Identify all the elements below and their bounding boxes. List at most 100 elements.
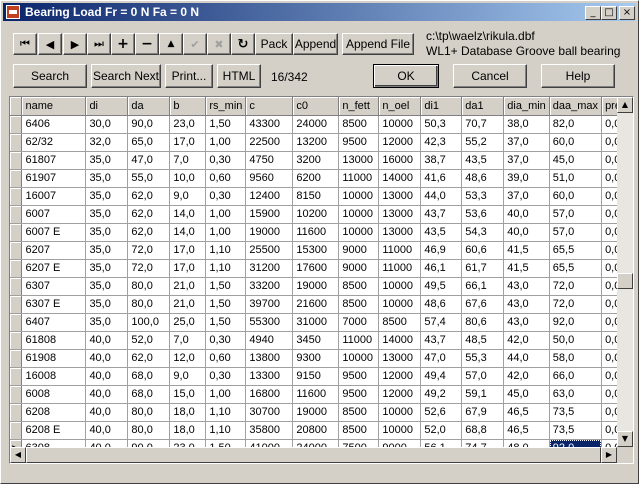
cell-n-fett[interactable]: 9500 — [338, 385, 380, 404]
vertical-scroll-thumb[interactable] — [617, 273, 633, 289]
cell-n-oel[interactable]: 13000 — [378, 205, 422, 224]
cell-b[interactable]: 14,0 — [169, 205, 207, 224]
cell-da[interactable]: 62,0 — [127, 205, 171, 224]
cell-da[interactable]: 47,0 — [127, 151, 171, 170]
cell-di[interactable]: 40,0 — [85, 385, 129, 404]
table-row[interactable]: 16007 35,0 62,0 9,0 0,30 12400 8150 10000 13000 4… — [10, 187, 633, 206]
cell-da1[interactable]: 61,7 — [461, 259, 505, 278]
cell-daa-max[interactable]: 45,0 — [549, 151, 603, 170]
last-record-button[interactable]: ⏭ — [87, 33, 111, 55]
cell-da1[interactable]: 66,1 — [461, 277, 505, 296]
cell-c[interactable]: 25500 — [245, 241, 294, 260]
table-row[interactable]: 62/32 32,0 65,0 17,0 1,00 22500 13200 9500 12000… — [10, 133, 633, 152]
cell-b[interactable]: 7,0 — [169, 151, 207, 170]
cell-c0[interactable]: 9300 — [292, 349, 340, 368]
cell-di1[interactable]: 52,0 — [420, 421, 463, 440]
cell-da[interactable]: 80,0 — [127, 421, 171, 440]
minimize-button[interactable]: _ — [585, 6, 601, 20]
cell-daa-max[interactable]: 58,0 — [549, 349, 603, 368]
column-header-name[interactable]: name — [21, 97, 87, 116]
row-indicator[interactable] — [10, 385, 23, 404]
table-row[interactable]: 6406 30,0 90,0 23,0 1,50 43300 24000 8500 10000 5… — [10, 115, 633, 134]
table-row[interactable]: 61907 35,0 55,0 10,0 0,60 9560 6200 11000 14000 4… — [10, 169, 633, 188]
cell-da[interactable]: 55,0 — [127, 169, 171, 188]
cell-b[interactable]: 21,0 — [169, 277, 207, 296]
cell-b[interactable]: 17,0 — [169, 259, 207, 278]
edit-record-button[interactable]: ▲ — [159, 33, 183, 55]
cell-da1[interactable]: 68,8 — [461, 421, 505, 440]
table-row[interactable]: 61908 40,0 62,0 12,0 0,60 13800 9300 10000 13000… — [10, 349, 633, 368]
cell-di1[interactable]: 50,3 — [420, 115, 463, 134]
cell-dia-min[interactable]: 41,5 — [503, 241, 550, 260]
cell-da1[interactable]: 54,3 — [461, 223, 505, 242]
cell-c[interactable]: 39700 — [245, 295, 294, 314]
cell-di1[interactable]: 42,3 — [420, 133, 463, 152]
cell-rs-min[interactable]: 1,10 — [205, 259, 247, 278]
cell-rs-min[interactable]: 1,00 — [205, 223, 247, 242]
delete-record-button[interactable]: − — [135, 33, 159, 55]
cell-rs-min[interactable]: 1,00 — [205, 385, 247, 404]
table-row[interactable]: 6307 35,0 80,0 21,0 1,50 33200 19000 8500 10000 4… — [10, 277, 633, 296]
cell-da[interactable]: 62,0 — [127, 187, 171, 206]
cell-di[interactable]: 35,0 — [85, 187, 129, 206]
cell-name[interactable]: 61807 — [21, 151, 87, 170]
row-indicator[interactable] — [10, 241, 23, 260]
cell-da1[interactable]: 67,6 — [461, 295, 505, 314]
cell-c[interactable]: 35800 — [245, 421, 294, 440]
table-row[interactable]: 6307 E 35,0 80,0 21,0 1,50 39700 21600 8500 1000… — [10, 295, 633, 314]
cell-dia-min[interactable]: 45,0 — [503, 385, 550, 404]
row-indicator[interactable] — [10, 169, 23, 188]
cell-name[interactable]: 6007 — [21, 205, 87, 224]
cell-di[interactable]: 35,0 — [85, 223, 129, 242]
cell-c[interactable]: 12400 — [245, 187, 294, 206]
cell-da1[interactable]: 80,6 — [461, 313, 505, 332]
cell-b[interactable]: 17,0 — [169, 133, 207, 152]
column-header-dia-min[interactable]: dia_min — [503, 97, 550, 116]
cell-name[interactable]: 6207 E — [21, 259, 87, 278]
cell-da[interactable]: 68,0 — [127, 367, 171, 386]
cell-name[interactable]: 6307 E — [21, 295, 87, 314]
cell-name[interactable]: 61908 — [21, 349, 87, 368]
post-edit-button[interactable]: ✔ — [183, 33, 207, 55]
cell-n-fett[interactable]: 10000 — [338, 205, 380, 224]
cell-c[interactable]: 55300 — [245, 313, 294, 332]
cell-c0[interactable]: 10200 — [292, 205, 340, 224]
row-indicator[interactable] — [10, 349, 23, 368]
cell-daa-max[interactable]: 66,0 — [549, 367, 603, 386]
cell-di[interactable]: 40,0 — [85, 421, 129, 440]
cell-n-oel[interactable]: 10000 — [378, 421, 422, 440]
cell-n-fett[interactable]: 11000 — [338, 169, 380, 188]
cell-b[interactable]: 23,0 — [169, 115, 207, 134]
cell-dia-min[interactable]: 46,5 — [503, 403, 550, 422]
cell-di[interactable]: 40,0 — [85, 403, 129, 422]
cell-n-fett[interactable]: 8500 — [338, 277, 380, 296]
cell-n-oel[interactable]: 13000 — [378, 223, 422, 242]
cell-name[interactable]: 6406 — [21, 115, 87, 134]
cell-n-oel[interactable]: 12000 — [378, 367, 422, 386]
cell-b[interactable]: 10,0 — [169, 169, 207, 188]
cell-dia-min[interactable]: 42,0 — [503, 367, 550, 386]
cell-n-fett[interactable]: 7000 — [338, 313, 380, 332]
cell-name[interactable]: 6008 — [21, 385, 87, 404]
cell-c0[interactable]: 31000 — [292, 313, 340, 332]
cell-rs-min[interactable]: 1,50 — [205, 115, 247, 134]
cell-daa-max[interactable]: 65,5 — [549, 241, 603, 260]
cell-c0[interactable]: 6200 — [292, 169, 340, 188]
cell-da1[interactable]: 53,3 — [461, 187, 505, 206]
cell-daa-max[interactable]: 57,0 — [549, 223, 603, 242]
cell-c0[interactable]: 3200 — [292, 151, 340, 170]
first-record-button[interactable]: ⏮ — [13, 33, 37, 55]
cell-b[interactable]: 18,0 — [169, 421, 207, 440]
cell-c[interactable]: 16800 — [245, 385, 294, 404]
cell-dia-min[interactable]: 38,0 — [503, 115, 550, 134]
table-row[interactable]: 61807 35,0 47,0 7,0 0,30 4750 3200 13000 16000 38… — [10, 151, 633, 170]
cell-da[interactable]: 80,0 — [127, 277, 171, 296]
cell-da[interactable]: 80,0 — [127, 295, 171, 314]
cancel-edit-button[interactable]: ✖ — [207, 33, 231, 55]
cell-da1[interactable]: 48,5 — [461, 331, 505, 350]
cell-daa-max[interactable]: 82,0 — [549, 115, 603, 134]
cell-c[interactable]: 22500 — [245, 133, 294, 152]
cell-c0[interactable]: 15300 — [292, 241, 340, 260]
cell-da[interactable]: 80,0 — [127, 403, 171, 422]
table-row[interactable]: 16008 40,0 68,0 9,0 0,30 13300 9150 9500 12000 49… — [10, 367, 633, 386]
